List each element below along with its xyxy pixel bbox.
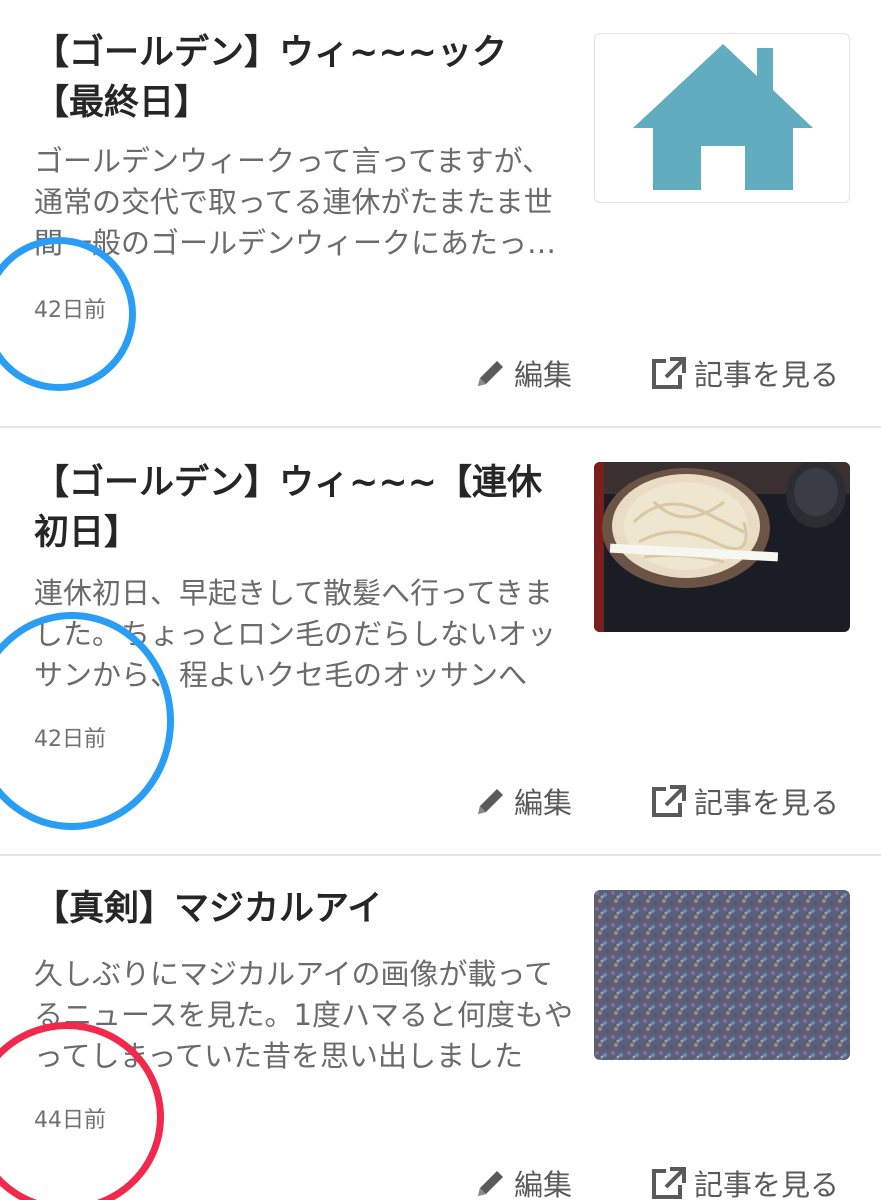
- edit-button[interactable]: 編集: [474, 352, 572, 394]
- article-excerpt: 連休初日、早起きして散髪へ行ってきました。ちょっとロン毛のだらしないオッサンから…: [34, 576, 557, 692]
- view-article-button[interactable]: 記事を見る: [648, 1162, 839, 1200]
- pencil-icon: [478, 789, 503, 814]
- edit-label: 編集: [514, 358, 573, 392]
- article-card: 【ゴールデン】ウィ~~~ック【最終日】 ゴールデンウィークって言ってますが、通常…: [0, 0, 881, 428]
- article-thumbnail[interactable]: [594, 33, 850, 203]
- article-excerpt: 久しぶりにマジカルアイの画像が載ってるニュースを見た。1度ハマると何度もやってし…: [34, 957, 574, 1073]
- view-article-button[interactable]: 記事を見る: [648, 780, 839, 822]
- view-article-label: 記事を見る: [694, 358, 840, 392]
- view-article-button[interactable]: 記事を見る: [648, 352, 839, 394]
- udon-photo: [594, 462, 850, 632]
- pencil-icon: [478, 361, 503, 386]
- external-link-icon: [652, 1167, 686, 1199]
- house-icon: [633, 44, 813, 190]
- article-title[interactable]: 【ゴールデン】ウィ~~~【連休初日】: [34, 458, 564, 558]
- article-card: 【ゴールデン】ウィ~~~【連休初日】 連休初日、早起きして散髪へ行ってきました。…: [0, 428, 881, 856]
- edit-label: 編集: [514, 786, 573, 820]
- view-article-label: 記事を見る: [694, 1168, 840, 1200]
- article-date: 42日前: [34, 727, 106, 752]
- edit-button[interactable]: 編集: [474, 1162, 572, 1200]
- edit-button[interactable]: 編集: [474, 780, 572, 822]
- edit-label: 編集: [514, 1168, 573, 1200]
- article-thumbnail[interactable]: [594, 890, 850, 1060]
- external-link-icon: [652, 357, 686, 389]
- article-thumbnail[interactable]: [594, 462, 850, 632]
- pencil-icon: [478, 1171, 503, 1196]
- stereogram-photo: [594, 890, 850, 1060]
- article-excerpt: ゴールデンウィークって言ってますが、通常の交代で取ってる連休がたまたま世間一般の…: [34, 144, 557, 260]
- article-date: 44日前: [34, 1108, 106, 1133]
- article-title[interactable]: 【ゴールデン】ウィ~~~ック【最終日】: [34, 28, 564, 128]
- view-article-label: 記事を見る: [694, 786, 840, 820]
- article-title[interactable]: 【真剣】マジカルアイ: [34, 884, 564, 934]
- article-card: 【真剣】マジカルアイ 久しぶりにマジカルアイの画像が載ってるニュースを見た。1度…: [0, 856, 881, 1200]
- article-list: 【ゴールデン】ウィ~~~ック【最終日】 ゴールデンウィークって言ってますが、通常…: [0, 0, 881, 1200]
- article-date: 42日前: [34, 298, 106, 323]
- external-link-icon: [652, 785, 686, 817]
